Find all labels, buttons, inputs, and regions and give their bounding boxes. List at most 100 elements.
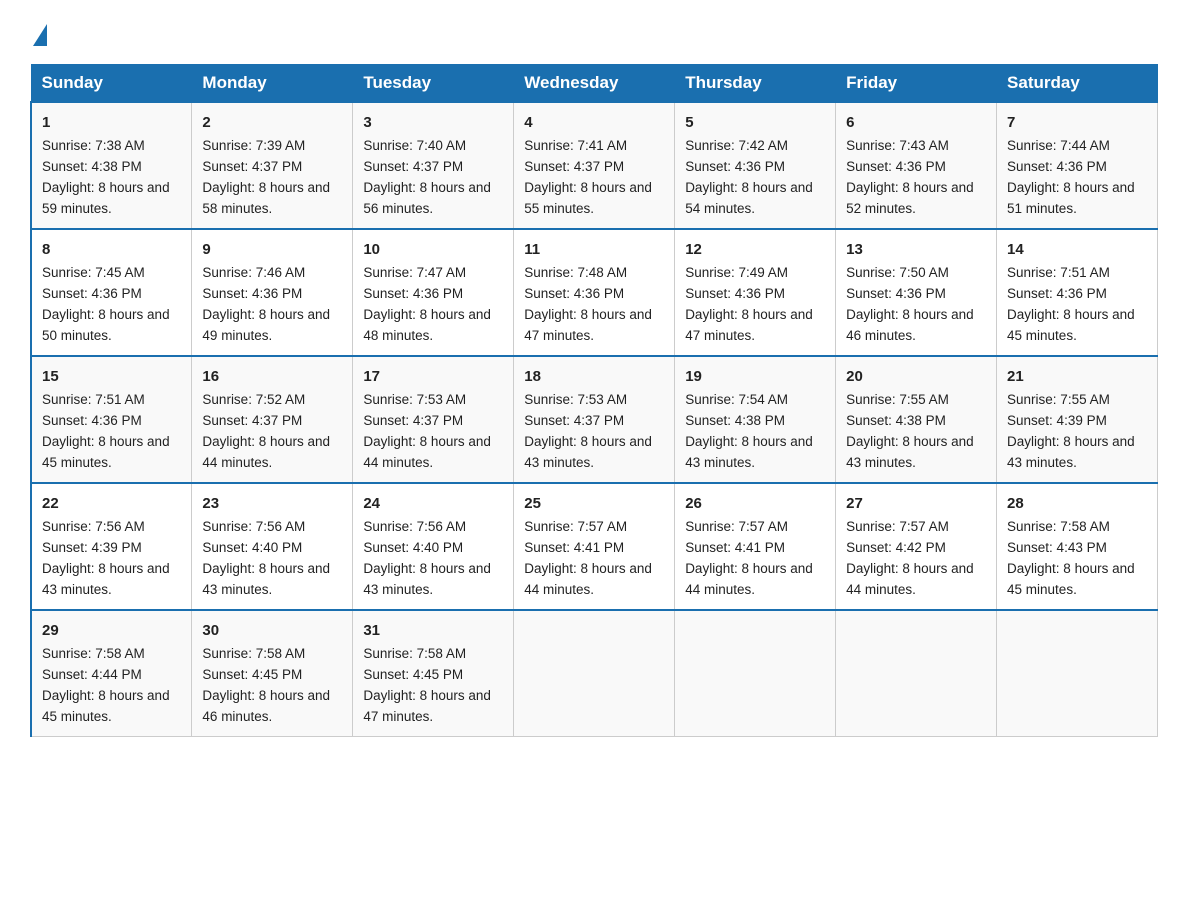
calendar-header: SundayMondayTuesdayWednesdayThursdayFrid… [31, 65, 1158, 103]
calendar-week-row: 1Sunrise: 7:38 AMSunset: 4:38 PMDaylight… [31, 102, 1158, 229]
sunrise-text: Sunrise: 7:51 AM [1007, 265, 1110, 280]
calendar-body: 1Sunrise: 7:38 AMSunset: 4:38 PMDaylight… [31, 102, 1158, 736]
calendar-cell: 4Sunrise: 7:41 AMSunset: 4:37 PMDaylight… [514, 102, 675, 229]
header-cell-sunday: Sunday [31, 65, 192, 103]
calendar-cell: 22 Sunrise: 7:56 AM Sunset: 4:39 PM Dayligh… [31, 483, 192, 610]
calendar-cell: 20Sunrise: 7:55 AMSunset: 4:38 PMDayligh… [836, 356, 997, 483]
day-number: 18 [524, 365, 664, 388]
header-cell-wednesday: Wednesday [514, 65, 675, 103]
daylight-text: Daylight: 8 hours and 47 minutes. [524, 307, 652, 343]
sunset-text: Sunset: 4:36 PM [1007, 286, 1107, 301]
calendar-cell: 8Sunrise: 7:45 AMSunset: 4:36 PMDaylight… [31, 229, 192, 356]
daylight-text: Daylight: 8 hours and 45 minutes. [1007, 561, 1135, 597]
day-number: 27 [846, 492, 986, 515]
sunrise-text: Sunrise: 7:52 AM [202, 392, 305, 407]
daylight-text: Daylight: 8 hours and 46 minutes. [202, 688, 330, 724]
calendar-cell: 25Sunrise: 7:57 AMSunset: 4:41 PMDayligh… [514, 483, 675, 610]
day-number: 16 [202, 365, 342, 388]
sunrise-text: Sunrise: 7:41 AM [524, 138, 627, 153]
daylight-text: Daylight: 8 hours and 44 minutes. [685, 561, 813, 597]
sunset-text: Sunset: 4:36 PM [524, 286, 624, 301]
sunset-text: Sunset: 4:39 PM [1007, 413, 1107, 428]
sunset-text: Sunset: 4:40 PM [363, 540, 463, 555]
logo [30, 20, 47, 46]
sunset-text: Sunset: 4:39 PM [42, 540, 142, 555]
daylight-text: Daylight: 8 hours and 52 minutes. [846, 180, 974, 216]
day-number: 29 [42, 619, 181, 642]
calendar-cell: 30Sunrise: 7:58 AMSunset: 4:45 PMDayligh… [192, 610, 353, 736]
sunset-text: Sunset: 4:40 PM [202, 540, 302, 555]
calendar-cell: 1Sunrise: 7:38 AMSunset: 4:38 PMDaylight… [31, 102, 192, 229]
sunrise-text: Sunrise: 7:48 AM [524, 265, 627, 280]
daylight-text: Daylight: 8 hours and 54 minutes. [685, 180, 813, 216]
calendar-cell [675, 610, 836, 736]
calendar-week-row: 29Sunrise: 7:58 AMSunset: 4:44 PMDayligh… [31, 610, 1158, 736]
logo-triangle-icon [33, 24, 47, 46]
calendar-cell: 15Sunrise: 7:51 AMSunset: 4:36 PMDayligh… [31, 356, 192, 483]
day-number: 19 [685, 365, 825, 388]
sunrise-text: Sunrise: 7:56 AM [42, 519, 145, 534]
sunrise-text: Sunrise: 7:55 AM [846, 392, 949, 407]
sunrise-text: Sunrise: 7:39 AM [202, 138, 305, 153]
calendar-cell: 27Sunrise: 7:57 AMSunset: 4:42 PMDayligh… [836, 483, 997, 610]
daylight-text: Daylight: 8 hours and 44 minutes. [363, 434, 491, 470]
day-number: 9 [202, 238, 342, 261]
day-number: 26 [685, 492, 825, 515]
header-cell-monday: Monday [192, 65, 353, 103]
calendar-cell: 26Sunrise: 7:57 AMSunset: 4:41 PMDayligh… [675, 483, 836, 610]
sunset-text: Sunset: 4:36 PM [1007, 159, 1107, 174]
calendar-cell: 14Sunrise: 7:51 AMSunset: 4:36 PMDayligh… [997, 229, 1158, 356]
daylight-text: Daylight: 8 hours and 45 minutes. [1007, 307, 1135, 343]
calendar-cell: 29Sunrise: 7:58 AMSunset: 4:44 PMDayligh… [31, 610, 192, 736]
sunrise-text: Sunrise: 7:58 AM [1007, 519, 1110, 534]
day-number: 11 [524, 238, 664, 261]
day-number: 22 [42, 492, 181, 515]
sunset-text: Sunset: 4:37 PM [202, 413, 302, 428]
daylight-text: Daylight: 8 hours and 44 minutes. [846, 561, 974, 597]
calendar-cell: 18Sunrise: 7:53 AMSunset: 4:37 PMDayligh… [514, 356, 675, 483]
sunrise-text: Sunrise: 7:58 AM [363, 646, 466, 661]
day-number: 25 [524, 492, 664, 515]
sunset-text: Sunset: 4:38 PM [685, 413, 785, 428]
sunset-text: Sunset: 4:37 PM [202, 159, 302, 174]
sunrise-text: Sunrise: 7:58 AM [42, 646, 145, 661]
sunrise-text: Sunrise: 7:56 AM [363, 519, 466, 534]
daylight-text: Daylight: 8 hours and 58 minutes. [202, 180, 330, 216]
sunrise-text: Sunrise: 7:53 AM [524, 392, 627, 407]
sunset-text: Sunset: 4:36 PM [846, 159, 946, 174]
day-number: 5 [685, 111, 825, 134]
sunrise-text: Sunrise: 7:45 AM [42, 265, 145, 280]
sunrise-text: Sunrise: 7:51 AM [42, 392, 145, 407]
calendar-cell: 13Sunrise: 7:50 AMSunset: 4:36 PMDayligh… [836, 229, 997, 356]
daylight-text: Daylight: 8 hours and 43 minutes. [42, 561, 170, 597]
sunset-text: Sunset: 4:36 PM [42, 286, 142, 301]
calendar-table: SundayMondayTuesdayWednesdayThursdayFrid… [30, 64, 1158, 737]
daylight-text: Daylight: 8 hours and 43 minutes. [685, 434, 813, 470]
day-number: 8 [42, 238, 181, 261]
daylight-text: Daylight: 8 hours and 47 minutes. [363, 688, 491, 724]
day-number: 23 [202, 492, 342, 515]
day-number: 15 [42, 365, 181, 388]
sunrise-text: Sunrise: 7:50 AM [846, 265, 949, 280]
day-number: 12 [685, 238, 825, 261]
day-number: 28 [1007, 492, 1147, 515]
sunrise-text: Sunrise: 7:44 AM [1007, 138, 1110, 153]
sunrise-text: Sunrise: 7:56 AM [202, 519, 305, 534]
calendar-week-row: 8 Sunrise: 7:45 AM Sunset: 4:36 PM Daylight… [31, 229, 1158, 356]
daylight-text: Daylight: 8 hours and 44 minutes. [202, 434, 330, 470]
daylight-text: Daylight: 8 hours and 48 minutes. [363, 307, 491, 343]
calendar-week-row: 15Sunrise: 7:51 AMSunset: 4:36 PMDayligh… [31, 356, 1158, 483]
calendar-cell: 24Sunrise: 7:56 AMSunset: 4:40 PMDayligh… [353, 483, 514, 610]
header-cell-friday: Friday [836, 65, 997, 103]
sunset-text: Sunset: 4:36 PM [685, 159, 785, 174]
sunset-text: Sunset: 4:36 PM [846, 286, 946, 301]
daylight-text: Daylight: 8 hours and 47 minutes. [685, 307, 813, 343]
sunset-text: Sunset: 4:37 PM [363, 413, 463, 428]
calendar-cell: 7Sunrise: 7:44 AMSunset: 4:36 PMDaylight… [997, 102, 1158, 229]
calendar-cell [514, 610, 675, 736]
daylight-text: Daylight: 8 hours and 59 minutes. [42, 180, 170, 216]
sunset-text: Sunset: 4:41 PM [524, 540, 624, 555]
sunrise-text: Sunrise: 7:42 AM [685, 138, 788, 153]
sunrise-text: Sunrise: 7:43 AM [846, 138, 949, 153]
calendar-cell: 3Sunrise: 7:40 AMSunset: 4:37 PMDaylight… [353, 102, 514, 229]
